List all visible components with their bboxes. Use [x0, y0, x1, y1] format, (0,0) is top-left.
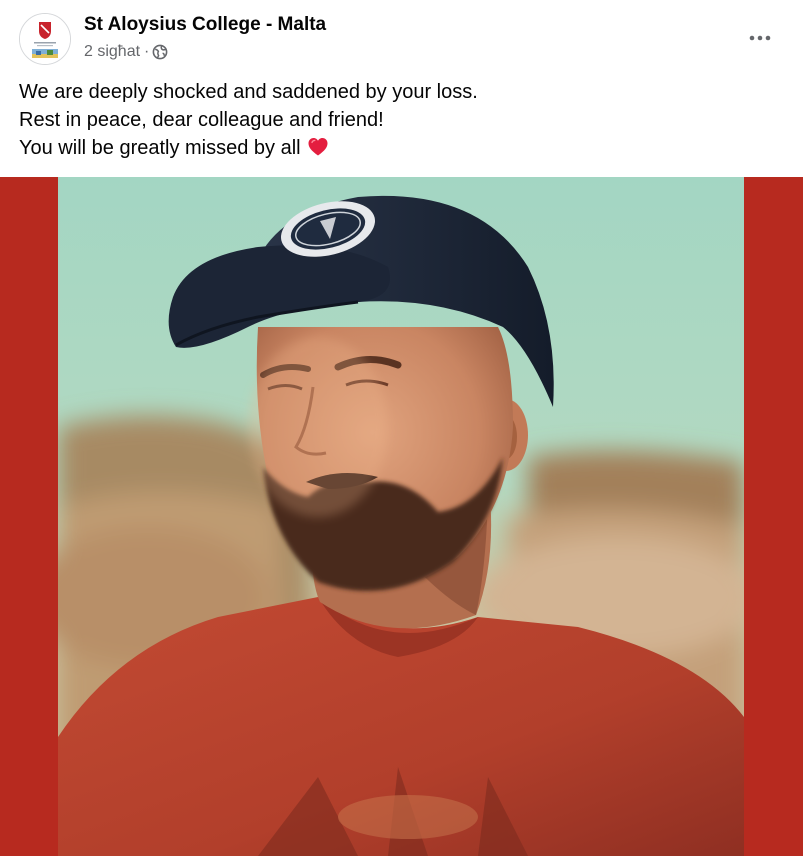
heart-icon	[307, 136, 329, 158]
post-message: We are deeply shocked and saddened by yo…	[19, 78, 779, 162]
globe-icon[interactable]	[152, 44, 168, 60]
page-avatar[interactable]	[19, 13, 71, 65]
post-media	[0, 177, 803, 856]
portrait-photo	[58, 177, 744, 856]
more-options-icon	[749, 35, 771, 41]
facebook-post: St Aloysius College - Malta 2 sigħat · W…	[0, 0, 803, 856]
message-line-1: We are deeply shocked and saddened by yo…	[19, 81, 478, 103]
college-logo	[20, 14, 70, 64]
post-meta: 2 sigħat ·	[84, 43, 168, 61]
timestamp[interactable]: 2 sigħat	[84, 43, 140, 61]
message-line-3: You will be greatly missed by all	[19, 134, 779, 162]
message-line-3-text: You will be greatly missed by all	[19, 137, 301, 159]
message-line-2: Rest in peace, dear colleague and friend…	[19, 109, 384, 131]
more-options-button[interactable]	[742, 22, 778, 54]
page-name[interactable]: St Aloysius College - Malta	[84, 14, 326, 36]
meta-separator: ·	[144, 43, 150, 60]
post-photo[interactable]	[58, 177, 744, 856]
